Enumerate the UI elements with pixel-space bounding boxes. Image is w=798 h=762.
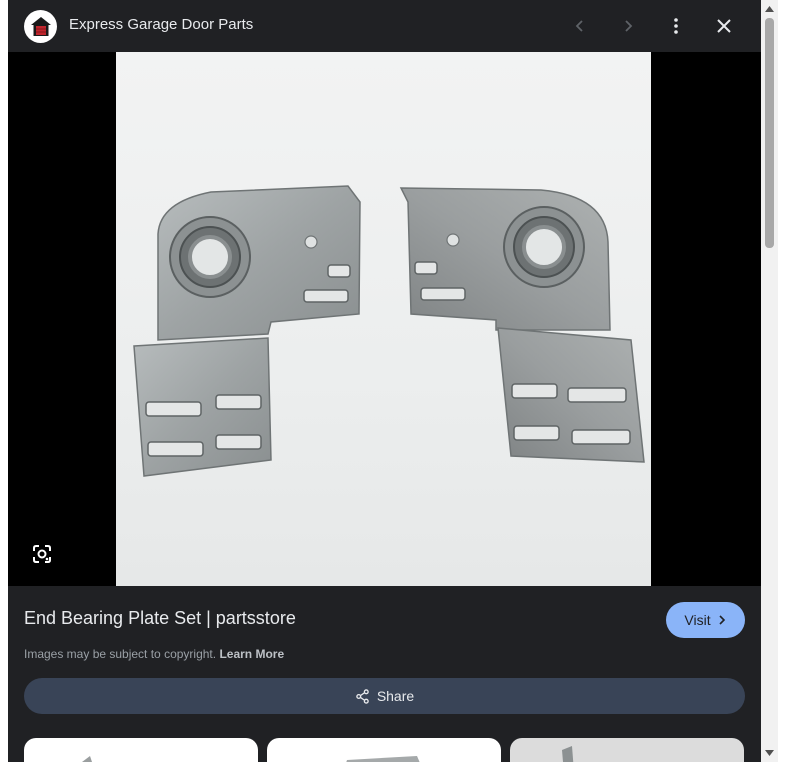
- garage-house-icon: [30, 16, 51, 36]
- triangle-up-icon: [765, 6, 774, 12]
- image-info-section: End Bearing Plate Set | partsstore Visit…: [8, 586, 761, 762]
- right-bearing-plate: [399, 187, 645, 463]
- copyright-notice: Images may be subject to copyright. Lear…: [24, 647, 284, 661]
- triangle-down-icon: [765, 750, 774, 756]
- preview-header: Express Garage Door Parts: [8, 0, 761, 52]
- share-icon: [356, 688, 369, 704]
- share-button[interactable]: Share: [24, 678, 745, 714]
- related-image-thumbnail[interactable]: [267, 738, 501, 762]
- more-options-button[interactable]: [662, 12, 690, 40]
- related-image-thumbnail[interactable]: [510, 738, 744, 762]
- visit-button-label: Visit: [684, 612, 711, 628]
- related-image-2: [346, 756, 420, 762]
- scroll-down-arrow[interactable]: [765, 748, 774, 758]
- next-image-button[interactable]: [614, 12, 642, 40]
- close-preview-button[interactable]: [710, 12, 738, 40]
- more-vertical-icon: [674, 18, 678, 34]
- image-title[interactable]: End Bearing Plate Set | partsstore: [24, 608, 296, 629]
- left-bearing-plate: [133, 185, 361, 477]
- related-image-1: [82, 756, 92, 762]
- chevron-left-icon: [575, 20, 583, 32]
- site-logo[interactable]: [24, 10, 57, 43]
- visit-button[interactable]: Visit: [666, 602, 745, 638]
- page-scrollbar[interactable]: [761, 0, 778, 762]
- chevron-right-icon: [625, 20, 633, 32]
- scrollbar-thumb[interactable]: [765, 18, 774, 248]
- site-name[interactable]: Express Garage Door Parts: [69, 16, 253, 33]
- share-button-label: Share: [376, 688, 415, 704]
- close-icon: [717, 19, 731, 33]
- image-preview-panel: Express Garage Door Parts End Bearing Pl…: [8, 0, 761, 762]
- scroll-up-arrow[interactable]: [765, 4, 774, 14]
- learn-more-link[interactable]: Learn More: [219, 647, 284, 661]
- preview-image[interactable]: [116, 52, 651, 586]
- copyright-text: Images may be subject to copyright.: [24, 647, 217, 661]
- related-image-thumbnail[interactable]: [24, 738, 258, 762]
- related-image-3: [562, 746, 574, 762]
- previous-image-button[interactable]: [566, 12, 594, 40]
- chevron-right-icon: [719, 615, 725, 625]
- google-lens-icon: [33, 545, 51, 563]
- image-viewer: [8, 52, 761, 586]
- search-inside-image-button[interactable]: [28, 540, 56, 568]
- end-bearing-plate-set-photo: [133, 185, 645, 477]
